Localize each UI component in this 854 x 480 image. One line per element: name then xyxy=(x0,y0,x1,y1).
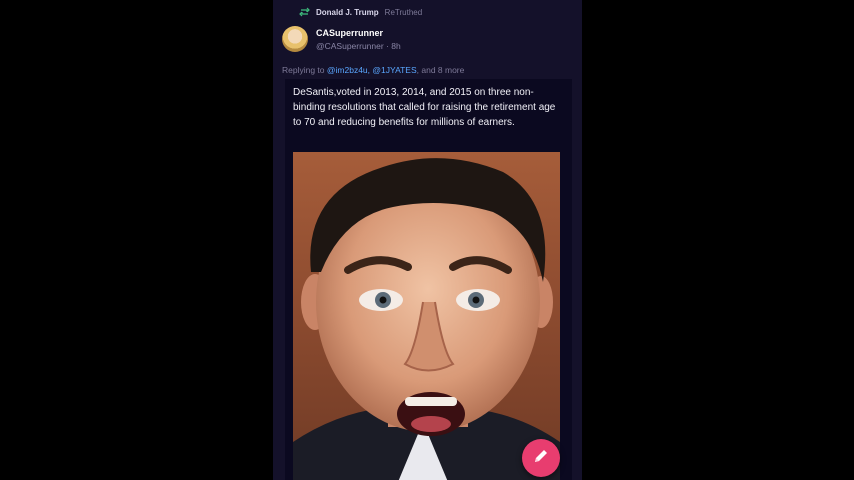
retruth-user-link[interactable]: Donald J. Trump xyxy=(316,8,379,17)
post-image[interactable] xyxy=(293,152,560,480)
quoted-post[interactable]: DeSantis,voted in 2013, 2014, and 2015 o… xyxy=(285,79,572,480)
author-handle[interactable]: @CASuperrunner xyxy=(316,41,384,51)
author-display-name[interactable]: CASuperrunner xyxy=(316,28,383,38)
post-text: DeSantis,voted in 2013, 2014, and 2015 o… xyxy=(293,87,556,128)
mention-link[interactable]: @1JYATES xyxy=(372,65,416,75)
author-handle-line: @CASuperrunner · 8h xyxy=(316,41,401,51)
compose-button[interactable] xyxy=(522,439,560,477)
more-mentions[interactable]: , and 8 more xyxy=(417,65,465,75)
pencil-icon xyxy=(532,447,550,470)
replying-to: Replying to @im2bz4u, @1JYATES, and 8 mo… xyxy=(282,65,464,75)
mention-separator: , xyxy=(367,65,371,75)
avatar[interactable] xyxy=(282,26,308,52)
separator-dot: · xyxy=(386,41,389,51)
retruth-header: Donald J. Trump ReTruthed xyxy=(299,5,422,19)
post-time: 8h xyxy=(391,41,401,51)
mention-link[interactable]: @im2bz4u xyxy=(327,65,368,75)
app-screen: Donald J. Trump ReTruthed CASuperrunner … xyxy=(273,0,582,480)
retruth-label: ReTruthed xyxy=(384,7,423,17)
retruth-icon xyxy=(299,7,310,17)
replying-to-label: Replying to xyxy=(282,65,325,75)
